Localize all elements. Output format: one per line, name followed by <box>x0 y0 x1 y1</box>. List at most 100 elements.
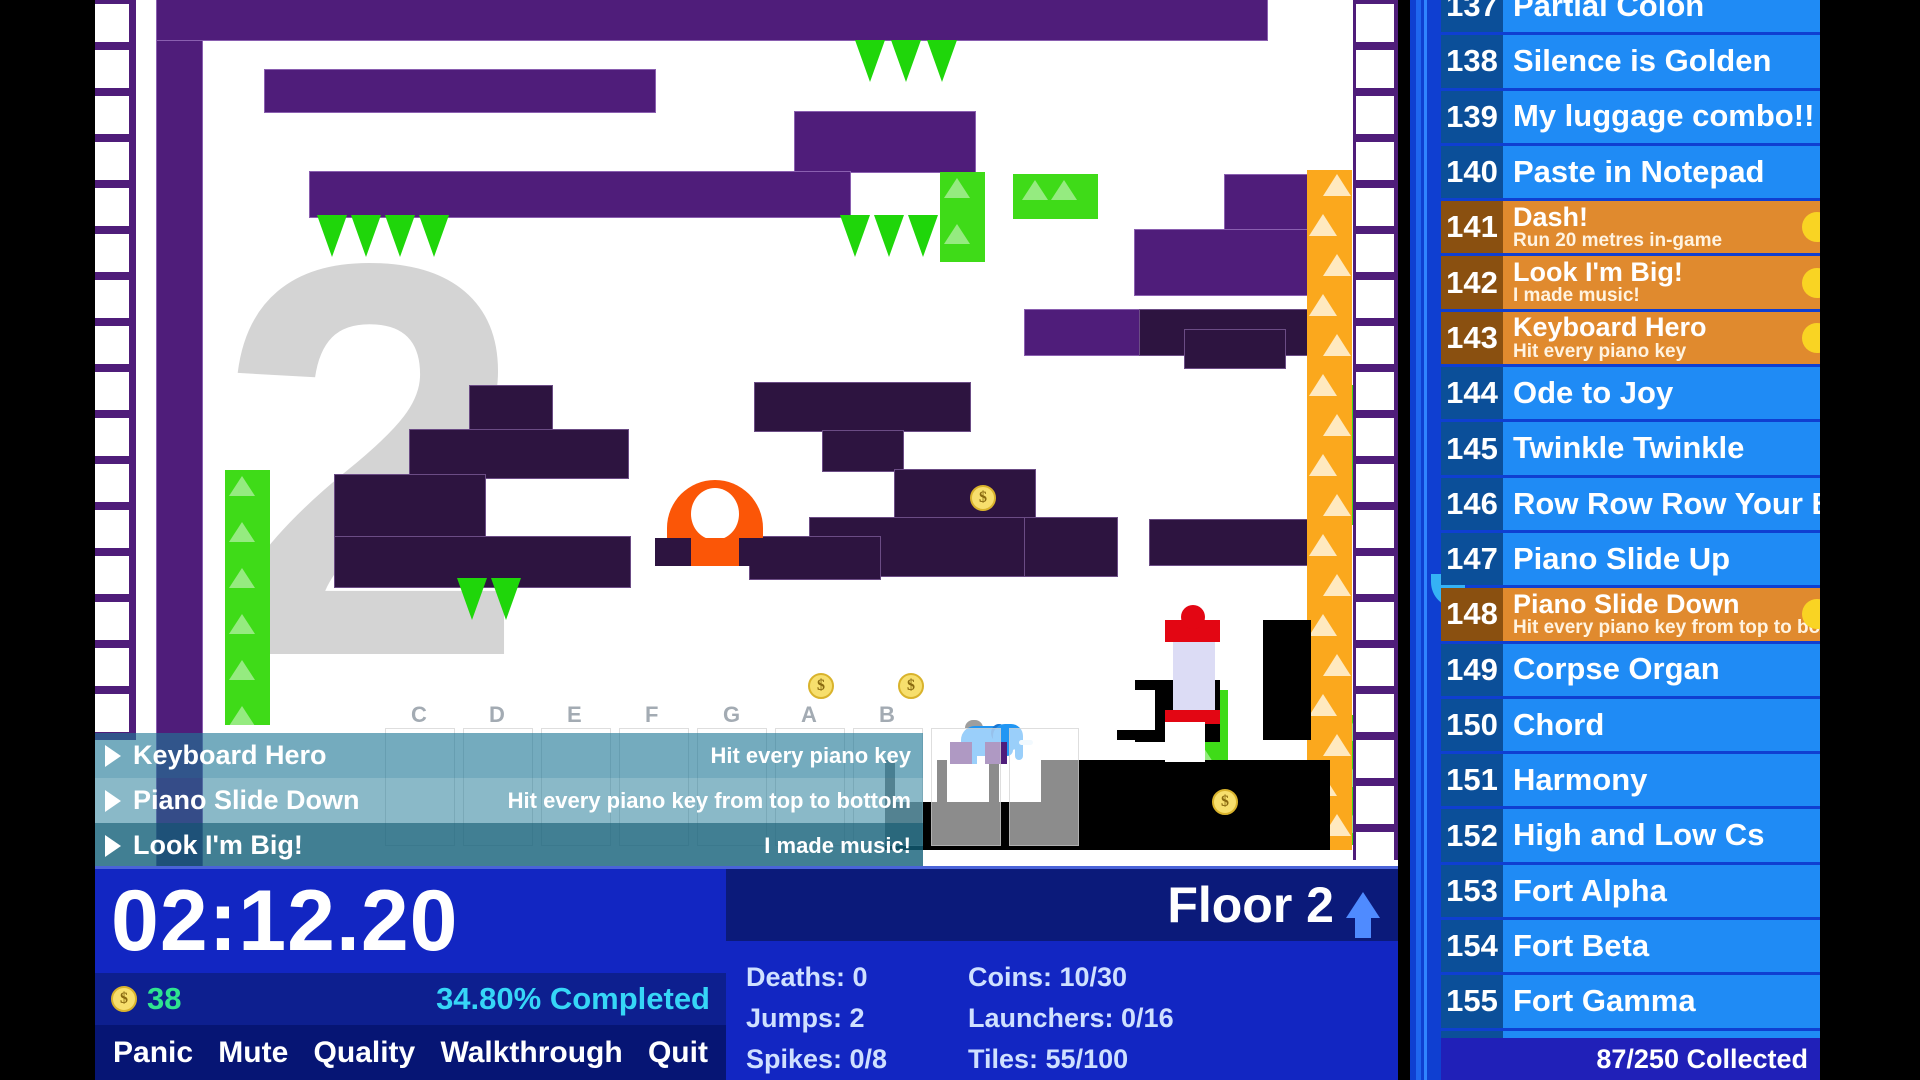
ladder-rung <box>95 464 129 502</box>
ladder-rung <box>95 510 129 548</box>
ceiling-top <box>156 0 1268 41</box>
ladder-rung <box>1356 832 1394 870</box>
achievement-number: 145 <box>1441 422 1503 475</box>
achievement-row[interactable]: 139 My luggage combo!! <box>1441 90 1820 143</box>
hazard-triangle-icon <box>1309 294 1337 316</box>
menu-item-mute[interactable]: Mute <box>218 1036 288 1070</box>
climb-triangle-icon <box>228 522 255 542</box>
achievement-row[interactable]: 152 High and Low Cs <box>1441 809 1820 862</box>
achievement-row[interactable]: 154 Fort Beta <box>1441 920 1820 973</box>
climb-triangle-icon <box>228 660 255 680</box>
ladder-rung <box>95 648 129 686</box>
platform <box>1024 517 1118 577</box>
achievement-title: My luggage combo!! <box>1513 98 1815 134</box>
player-face <box>691 488 739 540</box>
player-torso <box>691 538 739 566</box>
coin-icon: $ <box>898 673 924 699</box>
platform <box>794 111 976 173</box>
ladder-rung <box>1356 464 1394 502</box>
achievement-title: Look I'm Big! <box>1513 257 1683 288</box>
platform <box>1184 329 1286 369</box>
achievement-toast: Look I'm Big! I made music! <box>95 823 923 868</box>
stat-deaths: Deaths: 0 <box>746 962 868 992</box>
achievement-row[interactable]: 148 Piano Slide Down Hit every piano key f… <box>1441 588 1820 641</box>
achievement-row[interactable]: 144 Ode to Joy <box>1441 367 1820 420</box>
achievement-title: Dash! <box>1513 201 1589 232</box>
achievement-row[interactable]: 155 Fort Gamma <box>1441 975 1820 1028</box>
achievement-number: 149 <box>1441 643 1503 696</box>
achievement-footer: 87/250 Collected <box>1441 1038 1820 1080</box>
achievement-title: Corpse Organ <box>1513 651 1720 687</box>
ladder-rung <box>1356 602 1394 640</box>
achievement-description: I made music! <box>1513 285 1640 307</box>
achievement-number: 152 <box>1441 809 1503 862</box>
achievement-row[interactable]: 138 Silence is Golden <box>1441 35 1820 88</box>
launcher-knob-icon <box>1181 605 1205 629</box>
achievement-row[interactable]: 146 Row Row Row Your Boat <box>1441 477 1820 530</box>
spike <box>891 40 921 82</box>
player-character <box>655 480 775 566</box>
achievement-number: 147 <box>1441 532 1503 586</box>
achievement-body: Piano Slide Down Hit every piano key from… <box>1503 588 1820 640</box>
achievement-title: Piano Slide Down <box>1513 588 1740 619</box>
achievement-row[interactable]: 153 Fort Alpha <box>1441 864 1820 918</box>
achievement-row[interactable]: 141 Dash! Run 20 metres in-game <box>1441 201 1820 254</box>
menu-bar: Panic Mute Quality Walkthrough Quit <box>95 1025 726 1080</box>
achievement-row[interactable]: 142 Look I'm Big! I made music! <box>1441 256 1820 309</box>
completion-percent: 34.80% Completed <box>436 981 710 1016</box>
achievement-body: Silence is Golden <box>1503 35 1820 87</box>
achievement-body: Partial Colon <box>1503 0 1820 32</box>
achievement-title: Chord <box>1513 706 1605 742</box>
hazard-triangle-icon <box>1309 454 1337 476</box>
achievement-row[interactable]: 137 Partial Colon <box>1441 0 1820 33</box>
ladder-rung <box>1356 740 1394 778</box>
coin-progress-row: $ 38 34.80% Completed <box>95 973 726 1025</box>
piano-key-label: F <box>645 702 659 727</box>
coin-count: 38 <box>147 981 182 1016</box>
spike <box>855 40 885 82</box>
toast-desc: Hit every piano key <box>710 742 911 768</box>
menu-item-quit[interactable]: Quit <box>648 1036 708 1070</box>
ladder-rung <box>95 556 129 594</box>
menu-item-panic[interactable]: Panic <box>113 1036 193 1070</box>
achievement-number: 138 <box>1441 35 1503 88</box>
climb-triangle-icon <box>228 568 255 588</box>
spike <box>317 215 347 257</box>
menu-item-quality[interactable]: Quality <box>314 1036 416 1070</box>
achievement-body: Piano Slide Up <box>1503 533 1820 585</box>
piano-key-label: B <box>879 702 895 727</box>
achievement-number: 151 <box>1441 754 1503 807</box>
tile <box>1115 690 1155 730</box>
achievement-body: Twinkle Twinkle <box>1503 422 1820 474</box>
arrow-up-icon <box>1346 892 1380 938</box>
ladder-rung <box>95 234 129 272</box>
achievement-body: Ode to Joy <box>1503 367 1820 419</box>
climb-triangle-icon <box>228 476 255 496</box>
spike <box>908 215 938 257</box>
menu-item-walkthrough[interactable]: Walkthrough <box>441 1036 623 1070</box>
stat-coins: Coins: 10/30 <box>968 962 1128 992</box>
platform <box>894 469 1036 519</box>
ladder-rung <box>1356 234 1394 272</box>
achievement-list[interactable]: 137 Partial Colon 138 Silence is Golden 139 M… <box>1441 0 1820 1080</box>
achievement-body: Chord <box>1503 699 1820 751</box>
ladder-rung <box>95 188 129 226</box>
hazard-triangle-icon <box>1323 494 1351 516</box>
achievement-panel[interactable]: 137 Partial Colon 138 Silence is Golden 139 M… <box>1410 0 1820 1080</box>
platform <box>309 171 851 218</box>
achievement-row[interactable]: 149 Corpse Organ <box>1441 643 1820 696</box>
hazard-triangle-icon <box>1309 534 1337 556</box>
achievement-body: Paste in Notepad <box>1503 146 1820 198</box>
ladder-rung <box>95 142 129 180</box>
achievement-body: Keyboard Hero Hit every piano key <box>1503 312 1820 364</box>
achievement-row[interactable]: 145 Twinkle Twinkle <box>1441 422 1820 475</box>
ladder-rung <box>95 280 129 318</box>
achievement-title: Ode to Joy <box>1513 374 1674 410</box>
achievement-row[interactable]: 140 Paste in Notepad <box>1441 145 1820 199</box>
achievement-row[interactable]: 151 Harmony <box>1441 754 1820 807</box>
achievement-row[interactable]: 147 Piano Slide Up <box>1441 532 1820 586</box>
achievement-row[interactable]: 150 Chord <box>1441 698 1820 752</box>
achievement-row[interactable]: 143 Keyboard Hero Hit every piano key <box>1441 311 1820 365</box>
ladder-rung <box>95 326 129 364</box>
platform <box>1149 519 1316 566</box>
